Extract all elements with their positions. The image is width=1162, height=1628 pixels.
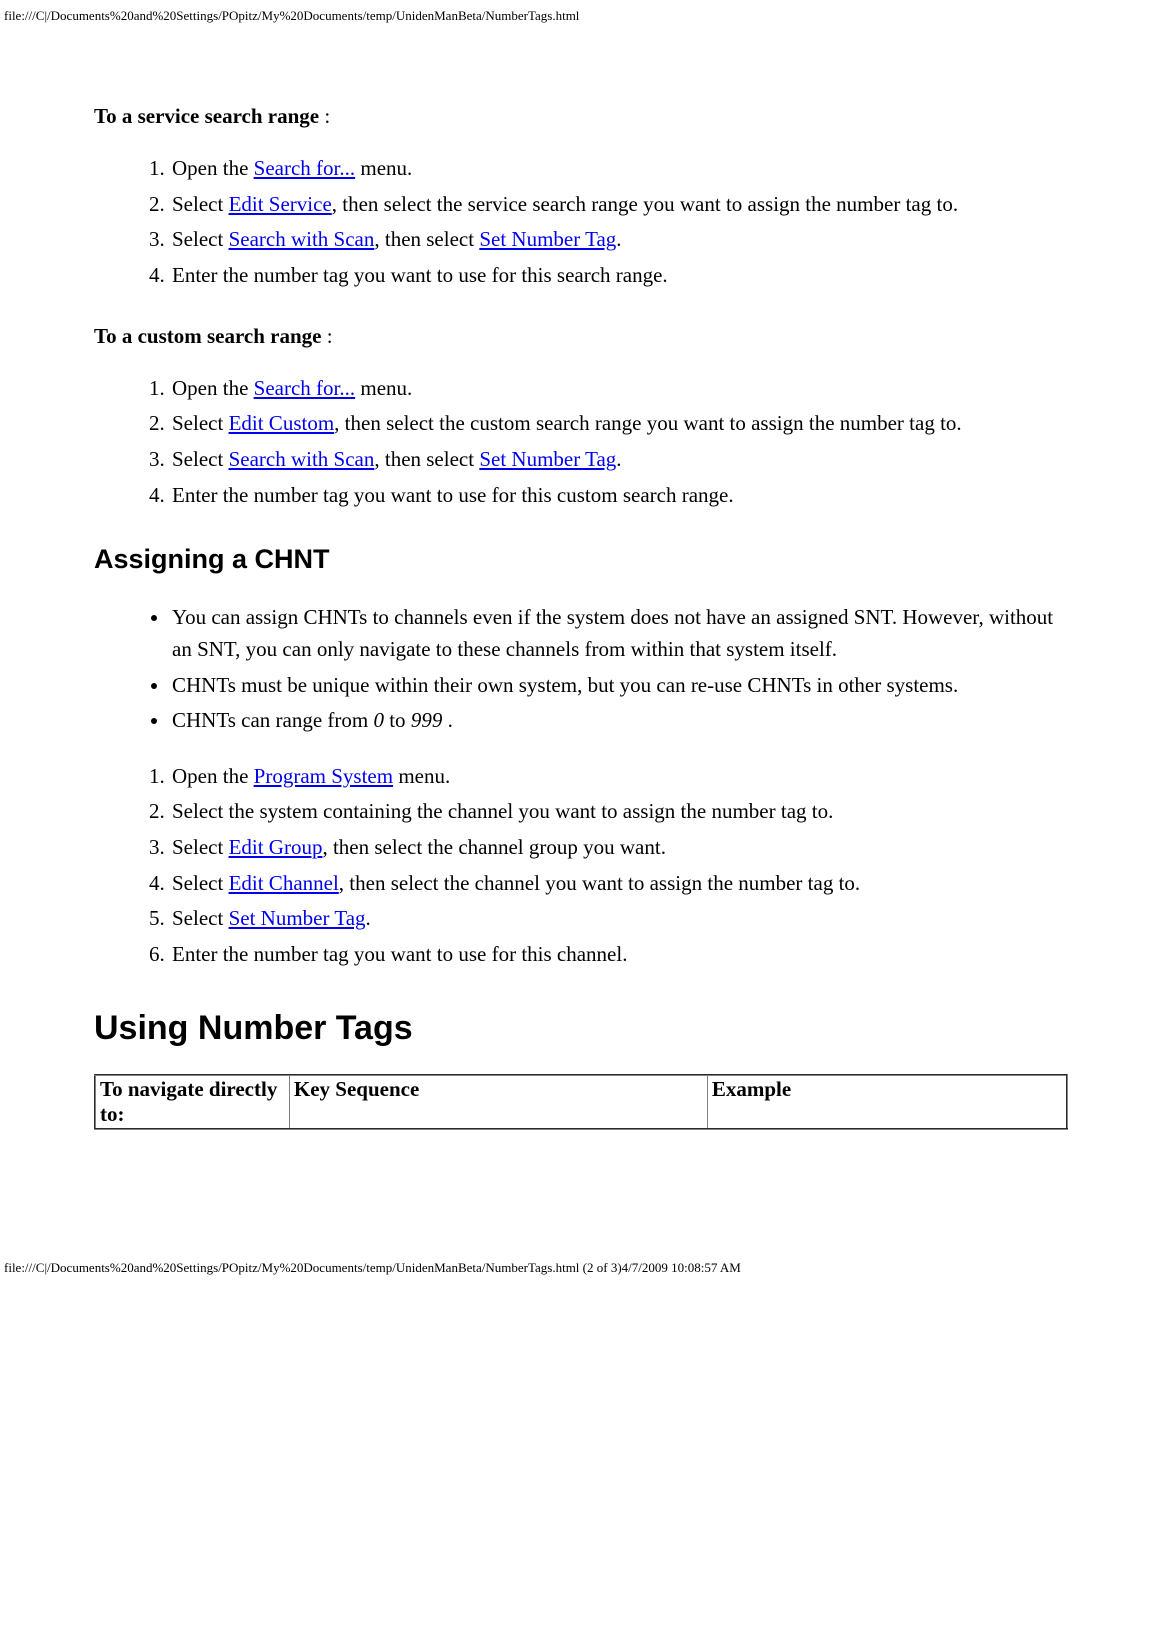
text: Open the — [172, 376, 254, 400]
custom-steps-list: Open the Search for... menu. Select Edit… — [94, 371, 1068, 514]
table-row: To navigate directly to: Key Sequence Ex… — [95, 1075, 1067, 1129]
text: Select — [172, 411, 229, 435]
edit-service-link[interactable]: Edit Service — [229, 192, 332, 216]
text: Select — [172, 835, 229, 859]
text: Select the system containing the channel… — [172, 799, 833, 823]
text: , then select the custom search range yo… — [334, 411, 962, 435]
list-item: Enter the number tag you want to use for… — [170, 258, 1068, 294]
list-item: Open the Search for... menu. — [170, 151, 1068, 187]
list-item: CHNTs can range from 0 to 999 . — [170, 704, 1068, 737]
search-for-link[interactable]: Search for... — [254, 156, 355, 180]
table-header-navigate: To navigate directly to: — [95, 1075, 289, 1129]
list-item: Select Edit Group, then select the chann… — [170, 830, 1068, 866]
edit-group-link[interactable]: Edit Group — [229, 835, 323, 859]
list-item: You can assign CHNTs to channels even if… — [170, 601, 1068, 666]
text: , then select the channel group you want… — [322, 835, 665, 859]
text: menu. — [393, 764, 450, 788]
service-heading-colon: : — [319, 104, 330, 128]
text: menu. — [355, 156, 412, 180]
text: , then select — [374, 227, 479, 251]
list-item: Select Search with Scan, then select Set… — [170, 222, 1068, 258]
document-body: To a service search range : Open the Sea… — [0, 24, 1162, 1260]
list-item: CHNTs must be unique within their own sy… — [170, 669, 1068, 702]
text: Select — [172, 227, 229, 251]
list-item: Open the Search for... menu. — [170, 371, 1068, 407]
text: , then select — [374, 447, 479, 471]
custom-heading-colon: : — [322, 324, 333, 348]
list-item: Open the Program System menu. — [170, 759, 1068, 795]
text: menu. — [355, 376, 412, 400]
text: CHNTs can range from — [172, 708, 373, 732]
text: , then select the channel you want to as… — [339, 871, 860, 895]
table-header-key-sequence: Key Sequence — [289, 1075, 707, 1129]
edit-custom-link[interactable]: Edit Custom — [229, 411, 335, 435]
text: Enter the number tag you want to use for… — [172, 263, 668, 287]
service-heading-bold: To a service search range — [94, 104, 319, 128]
italic-999: 999 — [411, 708, 443, 732]
list-item: Select Set Number Tag. — [170, 901, 1068, 937]
footer-file-path: file:///C|/Documents%20and%20Settings/PO… — [0, 1260, 1162, 1286]
service-heading: To a service search range : — [94, 104, 1068, 129]
chnt-steps-list: Open the Program System menu. Select the… — [94, 759, 1068, 973]
italic-zero: 0 — [373, 708, 384, 732]
text: . — [616, 447, 621, 471]
text: . — [366, 906, 371, 930]
text: , then select the service search range y… — [332, 192, 958, 216]
list-item: Select Edit Service, then select the ser… — [170, 187, 1068, 223]
using-number-tags-heading: Using Number Tags — [94, 1009, 1068, 1048]
text: CHNTs must be unique within their own sy… — [172, 673, 958, 697]
table-header-example: Example — [707, 1075, 1067, 1129]
text: Select — [172, 447, 229, 471]
text: to — [384, 708, 411, 732]
text: Open the — [172, 764, 254, 788]
list-item: Select the system containing the channel… — [170, 794, 1068, 830]
text: Select — [172, 192, 229, 216]
edit-channel-link[interactable]: Edit Channel — [229, 871, 339, 895]
set-number-tag-link[interactable]: Set Number Tag — [479, 447, 616, 471]
assigning-chnt-heading: Assigning a CHNT — [94, 544, 1068, 575]
text: Enter the number tag you want to use for… — [172, 483, 734, 507]
text: . — [616, 227, 621, 251]
list-item: Select Search with Scan, then select Set… — [170, 442, 1068, 478]
program-system-link[interactable]: Program System — [254, 764, 393, 788]
number-tags-table: To navigate directly to: Key Sequence Ex… — [94, 1074, 1068, 1130]
text: . — [442, 708, 453, 732]
list-item: Enter the number tag you want to use for… — [170, 478, 1068, 514]
list-item: Select Edit Custom, then select the cust… — [170, 406, 1068, 442]
search-with-scan-link[interactable]: Search with Scan — [229, 447, 375, 471]
search-for-link[interactable]: Search for... — [254, 376, 355, 400]
set-number-tag-link[interactable]: Set Number Tag — [479, 227, 616, 251]
header-file-path: file:///C|/Documents%20and%20Settings/PO… — [0, 0, 1162, 24]
text: You can assign CHNTs to channels even if… — [172, 605, 1053, 662]
text: Select — [172, 871, 229, 895]
text: Open the — [172, 156, 254, 180]
chnt-bullets: You can assign CHNTs to channels even if… — [94, 601, 1068, 737]
text: Enter the number tag you want to use for… — [172, 942, 627, 966]
custom-heading-bold: To a custom search range — [94, 324, 322, 348]
service-steps-list: Open the Search for... menu. Select Edit… — [94, 151, 1068, 294]
search-with-scan-link[interactable]: Search with Scan — [229, 227, 375, 251]
set-number-tag-link[interactable]: Set Number Tag — [229, 906, 366, 930]
custom-heading: To a custom search range : — [94, 324, 1068, 349]
list-item: Enter the number tag you want to use for… — [170, 937, 1068, 973]
text: Select — [172, 906, 229, 930]
list-item: Select Edit Channel, then select the cha… — [170, 866, 1068, 902]
